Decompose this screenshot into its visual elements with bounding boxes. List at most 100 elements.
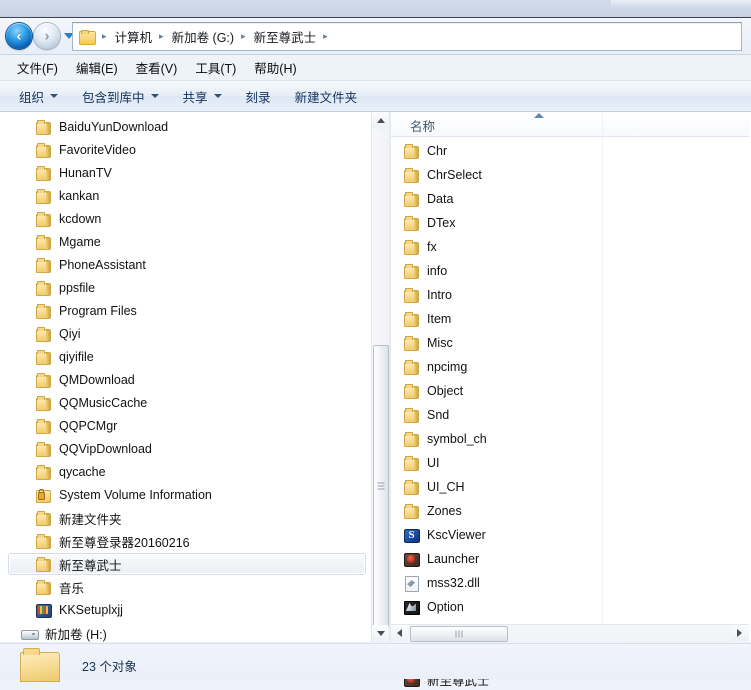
folder-icon	[403, 479, 420, 495]
icon-detail	[46, 399, 50, 411]
breadcrumb-separator-icon[interactable]: ▸	[154, 31, 170, 42]
breadcrumb-separator-icon[interactable]: ▸	[236, 31, 252, 42]
toolbar-new-folder[interactable]: 新建文件夹	[286, 82, 367, 111]
nav-item-label: kankan	[59, 189, 100, 203]
scroll-left-button[interactable]	[391, 625, 408, 641]
file-list-item[interactable]: Snd	[397, 404, 609, 426]
nav-item-label: QQMusicCache	[59, 396, 148, 410]
file-list-item[interactable]: UI_CH	[397, 476, 609, 498]
caret-left-icon	[397, 629, 402, 637]
nav-item[interactable]: kankan	[8, 185, 366, 207]
file-list-item[interactable]: ChrSelect	[397, 164, 609, 186]
nav-item[interactable]: QMDownload	[8, 369, 366, 391]
icon-detail	[46, 146, 50, 158]
nav-item[interactable]: FavoriteVideo	[8, 139, 366, 161]
nav-item[interactable]: Program Files	[8, 300, 366, 322]
breadcrumb-separator-icon[interactable]: ▸	[318, 31, 334, 42]
menu-file[interactable]: 文件(F)	[8, 55, 67, 80]
folder-icon	[35, 280, 52, 296]
nav-pane-scrollbar[interactable]	[371, 112, 389, 642]
file-list-pane: 名称 Chr ChrSelect Data DTex fx info Intro Item Mi…	[391, 112, 751, 688]
menu-view[interactable]: 查看(V)	[127, 55, 187, 80]
toolbar-include-in-library[interactable]: 包含到库中	[73, 82, 168, 111]
breadcrumb-separator-icon[interactable]: ▸	[97, 31, 113, 42]
nav-item[interactable]: Qiyi	[8, 323, 366, 345]
icon-detail	[414, 339, 418, 351]
nav-item[interactable]: qycache	[8, 461, 366, 483]
nav-item[interactable]: kcdown	[8, 208, 366, 230]
file-list-item-label: DTex	[427, 216, 456, 230]
file-list-item[interactable]: fx	[397, 236, 609, 258]
menu-edit[interactable]: 编辑(E)	[67, 55, 127, 80]
file-list-item[interactable]: info	[397, 260, 609, 282]
nav-item[interactable]: QQMusicCache	[8, 392, 366, 414]
scroll-right-button[interactable]	[732, 625, 749, 641]
toolbar-burn[interactable]: 刻录	[237, 82, 280, 111]
file-list-item[interactable]: Option	[397, 596, 609, 618]
file-list-item[interactable]: Data	[397, 188, 609, 210]
scroll-down-button[interactable]	[372, 625, 388, 642]
icon-detail	[46, 123, 50, 135]
toolbar-organize[interactable]: 组织	[10, 82, 67, 111]
file-list-horizontal-scrollbar[interactable]	[391, 624, 749, 642]
breadcrumb-item-computer[interactable]: 计算机	[113, 27, 155, 46]
nav-item[interactable]: KKSetuplxjj	[8, 599, 366, 621]
menu-tools[interactable]: 工具(T)	[186, 55, 245, 80]
nav-item[interactable]: System Volume Information	[8, 484, 366, 506]
file-list-item[interactable]: Intro	[397, 284, 609, 306]
file-list-item-label: Snd	[427, 408, 450, 422]
file-list-item[interactable]: Misc	[397, 332, 609, 354]
breadcrumb-bar[interactable]: ▸ 计算机 ▸ 新加卷 (G:) ▸ 新至尊武士 ▸	[72, 22, 742, 51]
nav-item[interactable]: QQVipDownload	[8, 438, 366, 460]
icon-detail	[414, 243, 418, 255]
hscrollbar-thumb[interactable]	[410, 626, 508, 642]
nav-item[interactable]: 音乐	[8, 576, 366, 598]
scrollbar-thumb[interactable]	[373, 345, 389, 627]
icon-detail	[46, 537, 50, 549]
caret-right-icon	[737, 629, 742, 637]
icon-detail	[46, 353, 50, 365]
nav-item-label: 音乐	[59, 581, 85, 596]
file-list-item[interactable]: S KscViewer	[397, 524, 609, 546]
file-list-item[interactable]: Item	[397, 308, 609, 330]
column-header-name[interactable]: 名称	[410, 116, 435, 135]
file-list-item[interactable]: Zones	[397, 500, 609, 522]
file-list-item[interactable]: mss32.dll	[397, 572, 609, 594]
scroll-up-button[interactable]	[372, 112, 388, 129]
file-list-item-label: Item	[427, 312, 452, 326]
file-list-item[interactable]: Chr	[397, 140, 609, 162]
icon-detail	[46, 376, 50, 388]
nav-item[interactable]: QQPCMgr	[8, 415, 366, 437]
nav-item[interactable]: 新加卷 (H:)	[8, 622, 366, 642]
file-list-item[interactable]: UI	[397, 452, 609, 474]
nav-item[interactable]: PhoneAssistant	[8, 254, 366, 276]
nav-item[interactable]: HunanTV	[8, 162, 366, 184]
icon-detail	[46, 307, 50, 319]
nav-item-selected[interactable]: 新至尊武士	[8, 553, 366, 575]
file-list-item[interactable]: npcimg	[397, 356, 609, 378]
breadcrumb-item-current-folder[interactable]: 新至尊武士	[252, 27, 319, 46]
nav-item-label: Program Files	[59, 304, 137, 318]
nav-item[interactable]: qiyifile	[8, 346, 366, 368]
nav-item[interactable]: BaiduYunDownload	[8, 116, 366, 138]
nav-item[interactable]: ppsfile	[8, 277, 366, 299]
nav-item[interactable]: 新至尊登录器20160216	[8, 530, 366, 552]
icon-detail	[414, 435, 418, 447]
toolbar-share[interactable]: 共享	[174, 82, 231, 111]
file-list-item[interactable]: Launcher	[397, 548, 609, 570]
caret-down-icon	[377, 631, 385, 636]
breadcrumb: ▸ 计算机 ▸ 新加卷 (G:) ▸ 新至尊武士 ▸	[73, 23, 741, 50]
column-header-row: 名称	[391, 112, 749, 137]
forward-button[interactable]: ›	[34, 23, 60, 49]
breadcrumb-item-drive-g[interactable]: 新加卷 (G:)	[170, 27, 237, 46]
file-list-item[interactable]: Object	[397, 380, 609, 402]
menu-help[interactable]: 帮助(H)	[245, 55, 305, 80]
nav-item[interactable]: 新建文件夹	[8, 507, 366, 529]
folder-icon	[35, 234, 52, 250]
folder-icon	[35, 257, 52, 273]
file-list-item[interactable]: symbol_ch	[397, 428, 609, 450]
file-list-item[interactable]: DTex	[397, 212, 609, 234]
file-list-item-label: ChrSelect	[427, 168, 482, 182]
nav-item[interactable]: Mgame	[8, 231, 366, 253]
back-button[interactable]: ‹	[6, 23, 32, 49]
